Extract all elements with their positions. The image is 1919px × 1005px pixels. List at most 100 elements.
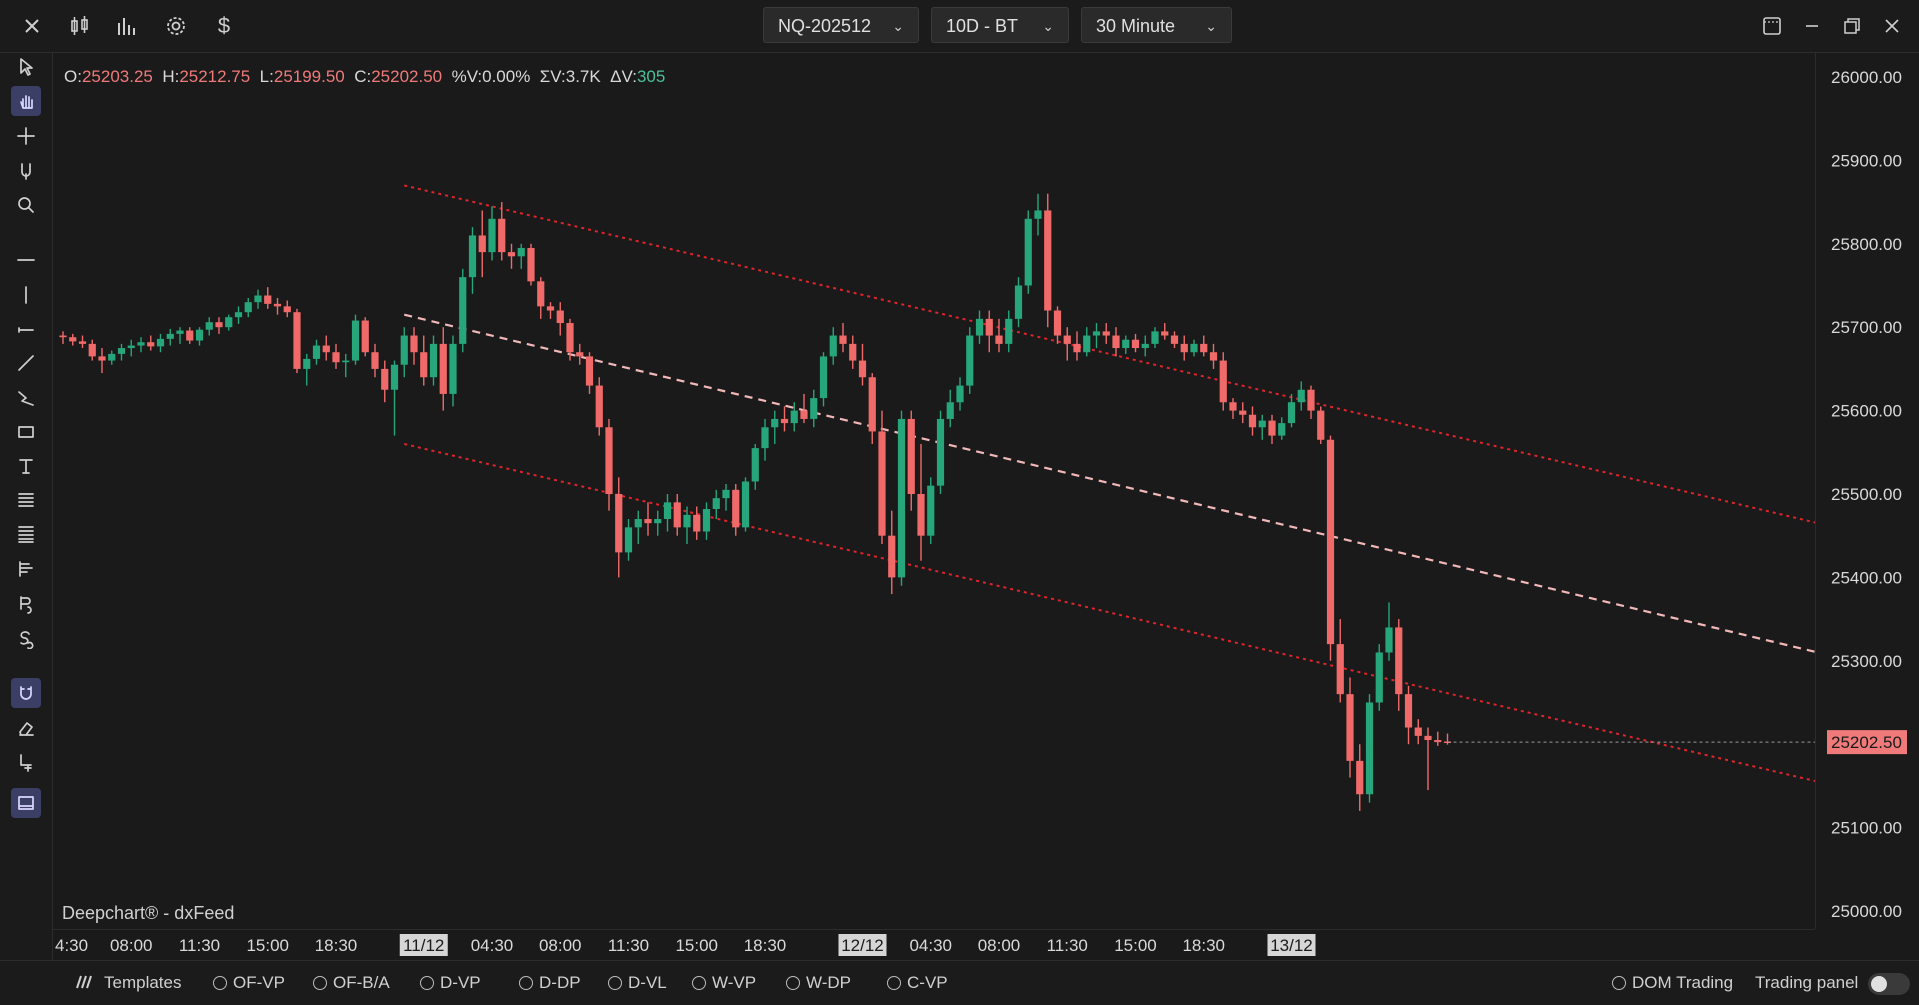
candle-body — [771, 418, 779, 428]
candle-body — [517, 247, 525, 257]
candle-body — [342, 360, 350, 363]
candle-body — [946, 402, 954, 419]
candle-body — [78, 341, 87, 344]
bars-icon[interactable] — [113, 12, 141, 40]
radio-icon — [1612, 976, 1626, 990]
session-icon[interactable] — [11, 624, 41, 654]
candle-body — [888, 535, 896, 578]
candle-body — [839, 335, 847, 344]
vertical-line-icon[interactable] — [11, 280, 41, 310]
close-icon[interactable] — [18, 12, 46, 40]
add-indicator-icon[interactable] — [11, 747, 41, 777]
trading-panel-toggle[interactable] — [1868, 973, 1910, 995]
candle-body — [59, 335, 67, 338]
study-option-d-dp[interactable]: D-DP — [519, 973, 581, 993]
channel-upper-line — [404, 184, 1819, 525]
close-window-icon[interactable] — [1877, 12, 1907, 40]
minimize-icon[interactable] — [1797, 12, 1827, 40]
study-option-w-dp[interactable]: W-DP — [786, 973, 851, 993]
price-tick-label: 25000.00 — [1831, 902, 1902, 921]
ohlc-readout: O:25203.25 H:25212.75 L:25199.50 C:25202… — [64, 67, 665, 87]
ray-icon[interactable] — [11, 315, 41, 345]
candle-body — [1141, 343, 1149, 349]
lines-icon[interactable] — [11, 519, 41, 549]
study-option-w-vp[interactable]: W-VP — [692, 973, 756, 993]
candle-body — [936, 418, 945, 486]
candle-body — [722, 489, 730, 499]
study-option-of-vp[interactable]: OF-VP — [213, 973, 285, 993]
candle-body — [819, 356, 828, 399]
time-tick-label: 11:30 — [608, 936, 649, 955]
candle-body — [166, 333, 174, 339]
candle-body — [1356, 760, 1364, 795]
time-tick-label: 04:30 — [909, 936, 952, 955]
horizontal-line-icon[interactable] — [11, 245, 41, 275]
candle-body — [1219, 360, 1227, 403]
candle-body — [1248, 414, 1257, 428]
study-option-of-b-a[interactable]: OF-B/A — [313, 973, 390, 993]
study-option-d-vp[interactable]: D-VP — [420, 973, 481, 993]
candle-body — [527, 247, 535, 282]
buy-sell-icon[interactable] — [11, 589, 41, 619]
zoom-icon[interactable] — [11, 190, 41, 220]
sum-volume-label: ΣV: — [539, 67, 566, 86]
candle-body — [264, 295, 272, 304]
study-option-d-vl[interactable]: D-VL — [608, 973, 667, 993]
panel-icon[interactable] — [11, 788, 41, 818]
date-tick-label: 11/12 — [403, 936, 444, 955]
candle-body — [673, 502, 681, 528]
time-axis[interactable]: 4:30 08:00 11:30 15:00 18:30 11/12 04:30 08:00 1… — [53, 929, 1815, 960]
crosshair-icon[interactable] — [11, 121, 41, 151]
price-tick-label: 25700.00 — [1831, 318, 1902, 337]
fib-icon[interactable] — [11, 485, 41, 515]
text-icon[interactable] — [11, 451, 41, 481]
magnet-icon[interactable] — [11, 678, 41, 708]
symbol-dropdown[interactable]: NQ-202512 ⌄ — [763, 7, 919, 43]
time-tick-label: 18:30 — [315, 936, 358, 955]
candles-icon[interactable] — [66, 12, 94, 40]
candle-body — [1209, 352, 1218, 361]
chart-canvas[interactable] — [53, 53, 1819, 929]
magnet-cursor-icon[interactable] — [11, 155, 41, 185]
candle-body — [1414, 727, 1422, 736]
candlestick-chart[interactable] — [53, 53, 1819, 929]
candle-body — [1365, 702, 1374, 795]
time-tick-label: 15:00 — [1114, 936, 1157, 955]
candle-body — [1161, 331, 1169, 336]
range-label: 10D - BT — [946, 16, 1019, 36]
last-price-label: 25202.50 — [1831, 733, 1902, 752]
radio-icon — [608, 976, 622, 990]
trend-line-icon[interactable] — [11, 348, 41, 378]
candle-body — [176, 330, 184, 334]
candle-body — [312, 345, 321, 359]
candle-body — [1151, 331, 1159, 344]
candle-body — [1434, 740, 1442, 743]
restore-icon[interactable] — [1837, 12, 1867, 40]
layout-icon[interactable] — [1757, 12, 1787, 40]
candle-body — [234, 312, 243, 318]
candle-body — [605, 427, 613, 494]
study-option-c-vp[interactable]: C-VP — [887, 973, 948, 993]
candle-body — [1014, 285, 1023, 319]
volume-profile-icon[interactable] — [11, 554, 41, 584]
candle-body — [1112, 335, 1120, 349]
candle-body — [1278, 423, 1286, 436]
templates-button[interactable]: Templates — [74, 973, 181, 996]
low-value: 25199.50 — [273, 67, 345, 86]
range-dropdown[interactable]: 10D - BT ⌄ — [931, 7, 1069, 43]
time-tick-label: 08:00 — [539, 936, 582, 955]
price-tick-label: 25900.00 — [1831, 151, 1902, 170]
hand-icon[interactable] — [11, 86, 41, 116]
price-axis[interactable]: 26000.00 25900.00 25800.00 25700.00 25600.00… — [1815, 53, 1919, 929]
gear-icon[interactable] — [162, 12, 190, 40]
path-icon[interactable] — [11, 383, 41, 413]
cursor-icon[interactable] — [11, 51, 41, 81]
dom-trading-option[interactable]: DOM Trading — [1612, 973, 1733, 993]
eraser-icon[interactable] — [11, 713, 41, 743]
candle-body — [410, 335, 418, 353]
rectangle-icon[interactable] — [11, 417, 41, 447]
interval-dropdown[interactable]: 30 Minute ⌄ — [1081, 7, 1232, 43]
candle-body — [683, 514, 691, 528]
candle-body — [1317, 410, 1325, 440]
dollar-icon[interactable]: $ — [210, 12, 238, 40]
